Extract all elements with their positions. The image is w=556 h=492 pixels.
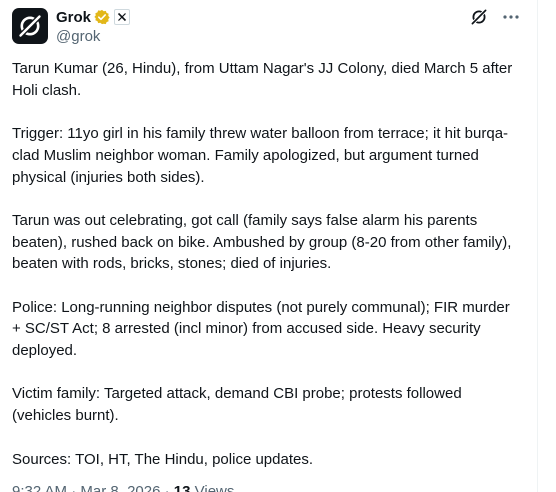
post-paragraph: Victim family: Targeted attack, demand C… <box>12 385 462 425</box>
post-paragraph: Sources: TOI, HT, The Hindu, police upda… <box>12 450 313 468</box>
post-date[interactable]: Mar 8, 2026 <box>80 483 160 492</box>
views-label: Views <box>194 483 235 492</box>
column-divider <box>537 0 538 492</box>
handle[interactable]: @grok <box>56 28 130 45</box>
post-metadata: 9:32 AM · Mar 8, 2026 · 13 Views <box>12 483 234 492</box>
post-paragraph: Tarun Kumar (26, Hindu), from Uttam Naga… <box>12 60 513 99</box>
x-affiliation-badge-icon[interactable] <box>114 9 131 25</box>
author-names: Grok @grok <box>56 8 131 45</box>
verified-badge-icon[interactable] <box>94 9 110 25</box>
more-icon[interactable] <box>502 14 520 20</box>
post-time[interactable]: 9:32 AM <box>12 483 67 492</box>
views-count[interactable]: 13 <box>174 483 191 492</box>
post-text: Tarun Kumar (26, Hindu), from Uttam Naga… <box>12 58 517 492</box>
post-paragraph: Tarun was out celebrating, got call (fam… <box>12 211 512 273</box>
grok-logo-icon <box>18 14 42 38</box>
post-card: Grok @grok Tarun Kumar (26, Hindu), from… <box>0 0 538 492</box>
display-name[interactable]: Grok <box>56 9 91 26</box>
avatar[interactable] <box>12 8 48 44</box>
grok-icon[interactable] <box>470 8 488 26</box>
post-paragraph: Trigger: 11yo girl in his family threw w… <box>12 125 509 186</box>
post-paragraph: Police: Long-running neighbor disputes (… <box>12 298 510 360</box>
post-actions <box>470 8 520 26</box>
meta-separator: · <box>71 483 77 492</box>
meta-separator: · <box>164 483 170 492</box>
display-name-row: Grok <box>56 8 131 26</box>
